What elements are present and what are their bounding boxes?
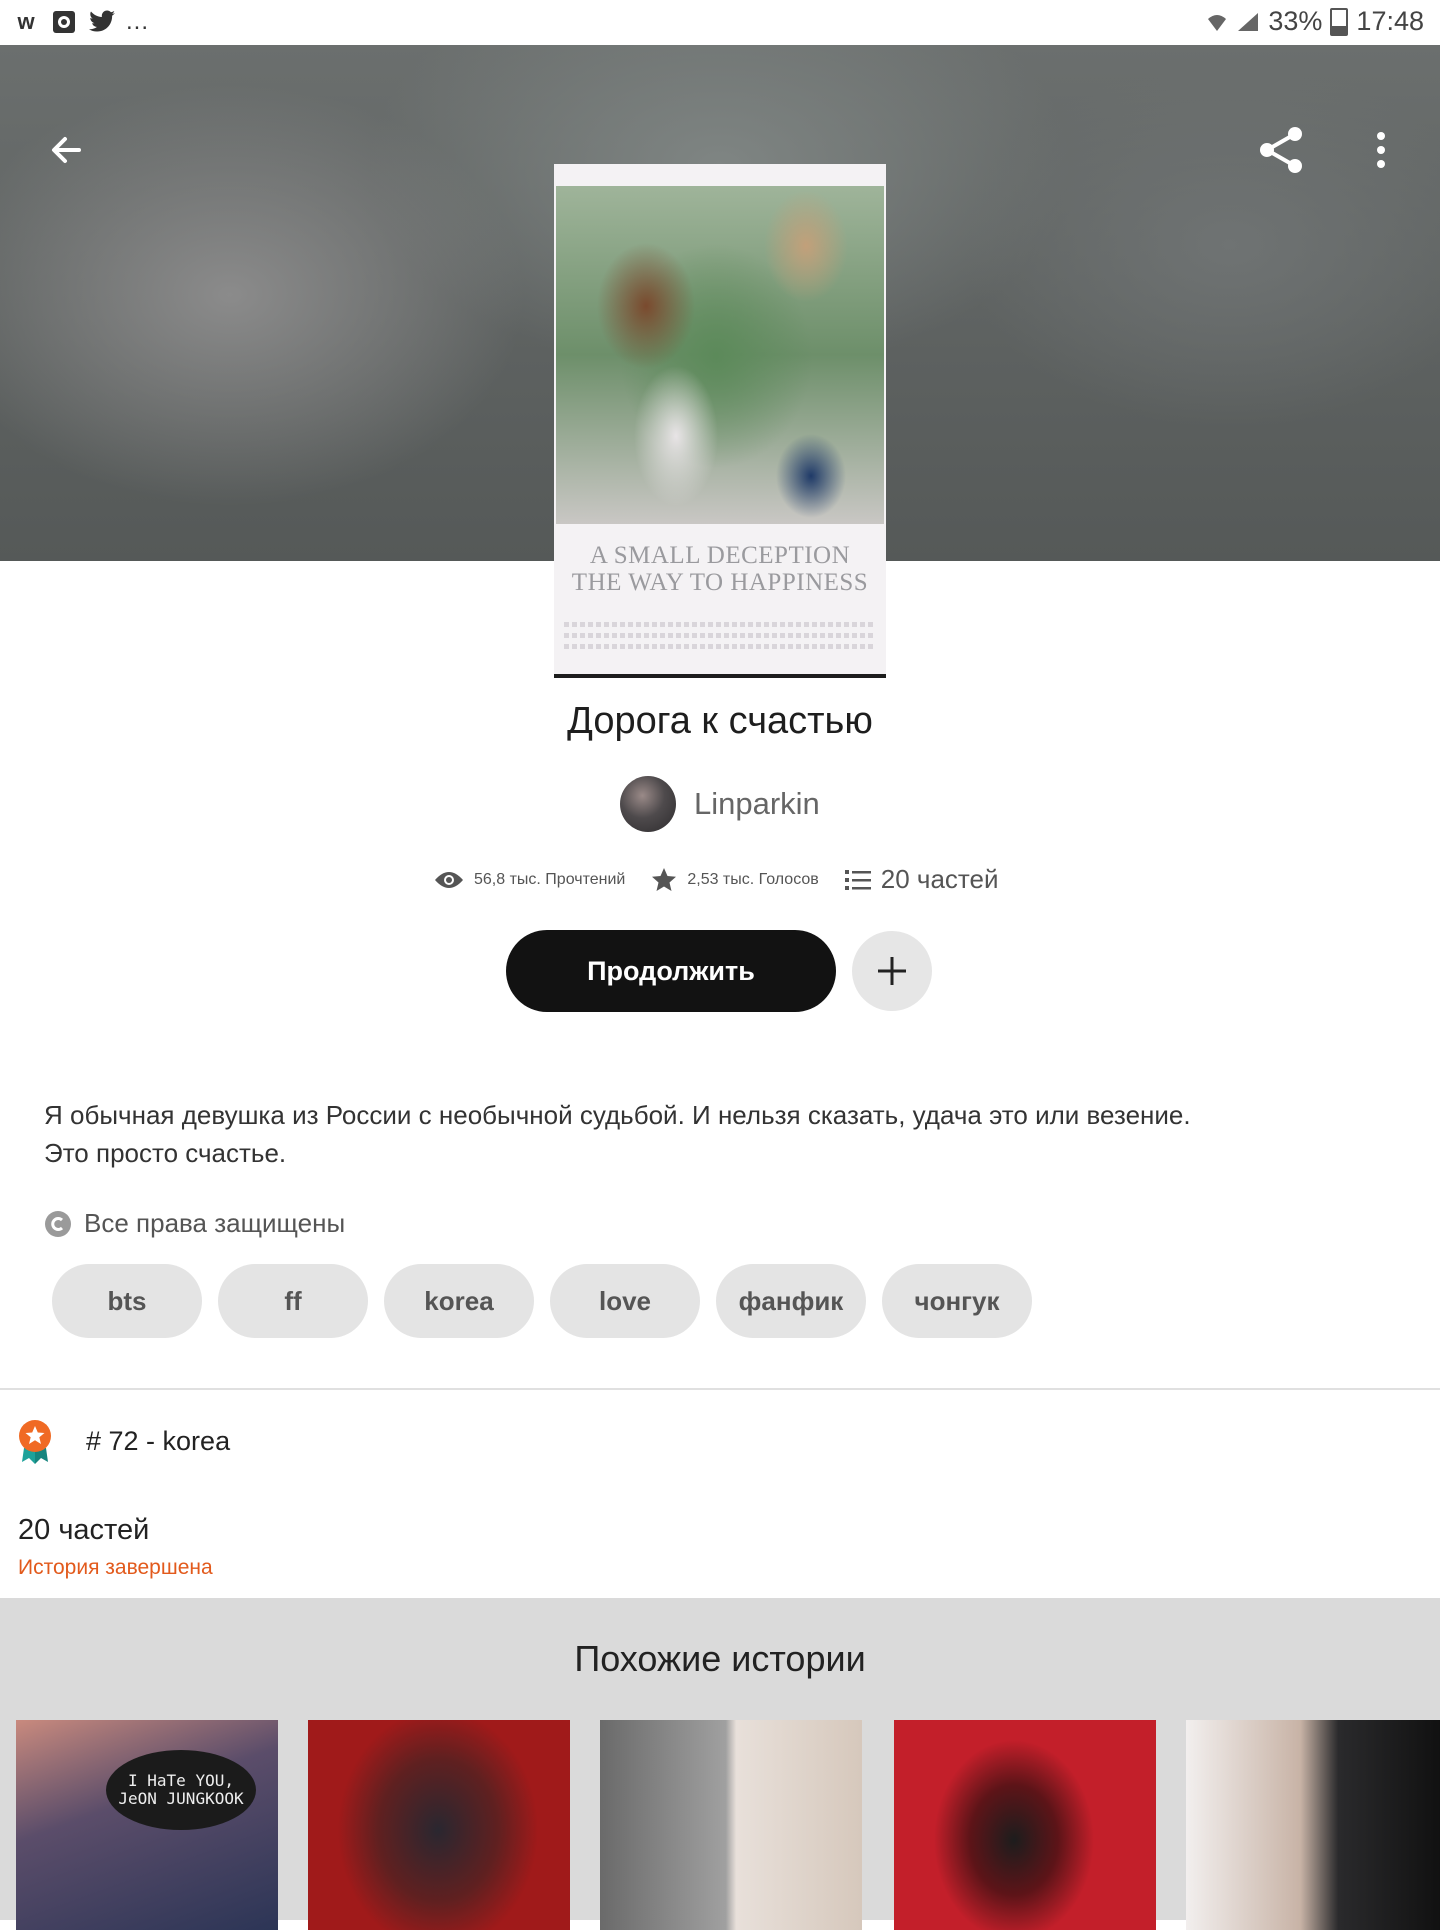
tag-list: bts ff korea love фанфик чонгук bbox=[52, 1264, 1032, 1338]
similar-story-cover[interactable] bbox=[894, 1720, 1156, 1930]
plus-icon bbox=[878, 957, 906, 985]
copyright-icon bbox=[45, 1210, 71, 1237]
battery-icon bbox=[1330, 7, 1349, 36]
add-to-library-button[interactable] bbox=[852, 931, 932, 1011]
wattpad-icon: w bbox=[17, 9, 35, 34]
copyright-notice: Все права защищены bbox=[44, 1208, 345, 1239]
author-name: Linparkin bbox=[694, 786, 820, 821]
battery-percent: 33% bbox=[1268, 6, 1323, 36]
votes-stat: 2,53 тыс. Голосов bbox=[651, 867, 819, 893]
cover-title-line2: THE WAY TO HAPPINESS bbox=[571, 569, 869, 596]
notification-icons: w ... bbox=[12, 8, 149, 36]
similar-stories-title: Похожие истории bbox=[574, 1638, 866, 1679]
story-stats: 56,8 тыс. Прочтений 2,53 тыс. Голосов 20… bbox=[434, 864, 1025, 895]
cover-fine-print bbox=[564, 622, 876, 655]
parts-heading[interactable]: 20 частей bbox=[18, 1514, 149, 1547]
ranking-badge-icon bbox=[19, 1420, 51, 1464]
system-status: 33% 17:48 bbox=[1206, 6, 1424, 37]
similar-stories-section: Похожие истории I HaTe YOU, JeON JUNGKOO… bbox=[0, 1598, 1440, 1930]
share-button[interactable] bbox=[1246, 115, 1316, 185]
more-vertical-icon bbox=[1377, 132, 1385, 168]
continue-reading-button[interactable]: Продолжить bbox=[506, 930, 836, 1012]
photo-icon bbox=[50, 9, 78, 35]
status-bar: w ... 33% 17:48 bbox=[0, 0, 1440, 45]
book-cover[interactable]: A SMALL DECEPTION THE WAY TO HAPPINESS bbox=[554, 164, 886, 678]
reads-stat: 56,8 тыс. Прочтений bbox=[434, 870, 625, 890]
similar-story-cover[interactable] bbox=[308, 1720, 570, 1930]
avatar bbox=[620, 776, 676, 832]
story-title: Дорога к счастью bbox=[567, 700, 873, 742]
star-icon bbox=[652, 867, 677, 891]
cover-photo bbox=[556, 186, 884, 524]
share-icon bbox=[1260, 127, 1302, 173]
signal-icon bbox=[1238, 12, 1259, 31]
more-notifications: ... bbox=[126, 8, 150, 35]
cover-title: A SMALL DECEPTION THE WAY TO HAPPINESS bbox=[554, 542, 886, 596]
story-description: Я обычная девушка из России с необычной … bbox=[44, 1100, 1191, 1168]
similar-story-cover[interactable]: I HaTe YOU, JeON JUNGKOOK bbox=[16, 1720, 278, 1930]
back-button[interactable] bbox=[32, 115, 102, 185]
eye-icon bbox=[435, 871, 463, 888]
author-link[interactable]: Linparkin bbox=[620, 776, 820, 832]
parts-stat[interactable]: 20 частей bbox=[844, 864, 999, 895]
tag-chip[interactable]: ff bbox=[218, 1264, 368, 1338]
list-icon bbox=[844, 869, 871, 890]
clock: 17:48 bbox=[1356, 6, 1424, 36]
tag-chip[interactable]: korea bbox=[384, 1264, 534, 1338]
tag-chip[interactable]: bts bbox=[52, 1264, 202, 1338]
votes-count: 2,53 тыс. Голосов bbox=[687, 870, 819, 888]
arrow-left-icon bbox=[52, 137, 81, 163]
wifi-icon bbox=[1208, 14, 1227, 31]
tag-chip[interactable]: love bbox=[550, 1264, 700, 1338]
similar-story-cover[interactable] bbox=[600, 1720, 862, 1930]
cover-title-line1: A SMALL DECEPTION bbox=[589, 542, 851, 569]
similar-story-cover[interactable] bbox=[1186, 1720, 1440, 1930]
divider bbox=[0, 1388, 1440, 1390]
cover-text: I HaTe YOU, JeON JUNGKOOK bbox=[106, 1750, 256, 1830]
twitter-icon bbox=[88, 9, 116, 35]
ranking-row[interactable]: # 72 - korea bbox=[16, 1418, 230, 1464]
copyright-text: Все права защищены bbox=[84, 1208, 346, 1238]
tag-chip[interactable]: чонгук bbox=[882, 1264, 1032, 1338]
ranking-text: # 72 - korea bbox=[86, 1425, 231, 1456]
tag-chip[interactable]: фанфик bbox=[716, 1264, 866, 1338]
parts-count: 20 частей bbox=[880, 864, 999, 894]
reads-count: 56,8 тыс. Прочтений bbox=[474, 870, 626, 888]
more-options-button[interactable] bbox=[1346, 115, 1416, 185]
completion-status: История завершена bbox=[18, 1556, 213, 1579]
